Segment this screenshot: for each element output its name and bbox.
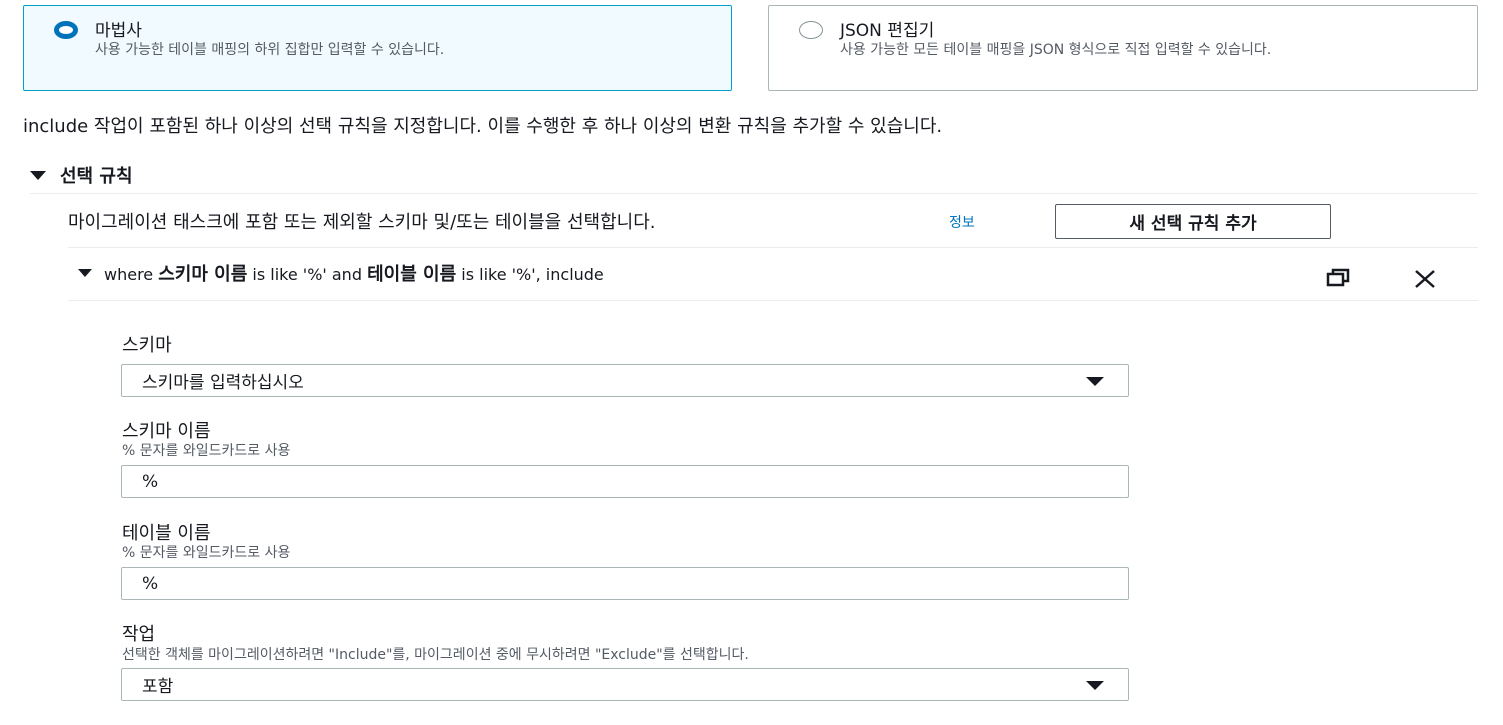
copy-icon[interactable] (1326, 268, 1352, 288)
json-editor-radio[interactable] (799, 21, 823, 39)
rule-table-term: 테이블 이름 (367, 264, 457, 285)
action-select[interactable]: 포함 (121, 668, 1129, 701)
wizard-title: 마법사 (95, 21, 142, 41)
caret-down-icon (30, 170, 46, 180)
table-name-input[interactable]: % (121, 567, 1129, 600)
selection-rules-header: 선택 규칙 (60, 166, 133, 187)
page-root: 마법사 사용 가능한 테이블 매핑의 하위 집합만 입력할 수 있습니다. JS… (0, 0, 1503, 725)
json-editor-title: JSON 편집기 (840, 21, 935, 41)
add-selection-rule-button[interactable]: 새 선택 규칙 추가 (1055, 204, 1331, 239)
action-label: 작업 (122, 624, 156, 645)
close-icon[interactable] (1413, 268, 1437, 290)
radio-selected-icon (54, 21, 78, 39)
schema-select[interactable]: 스키마를 입력하십시오 (121, 364, 1129, 397)
caret-down-icon (78, 269, 92, 277)
chevron-down-icon (1086, 681, 1104, 690)
divider (68, 300, 1478, 301)
schema-name-hint: % 문자를 와일드카드로 사용 (122, 443, 291, 459)
table-name-hint: % 문자를 와일드카드로 사용 (122, 545, 291, 561)
divider (68, 247, 1478, 248)
selection-rules-toggle[interactable]: 선택 규칙 (30, 162, 133, 188)
wizard-description: 사용 가능한 테이블 매핑의 하위 집합만 입력할 수 있습니다. (95, 42, 445, 58)
rule-like-2: is like '%', include (461, 265, 604, 284)
wizard-mode-tile[interactable]: 마법사 사용 가능한 테이블 매핑의 하위 집합만 입력할 수 있습니다. (23, 5, 732, 91)
selection-rules-description: 마이그레이션 태스크에 포함 또는 제외할 스키마 및/또는 테이블을 선택합니… (68, 212, 656, 233)
json-editor-mode-tile[interactable]: JSON 편집기 사용 가능한 모든 테이블 매핑을 JSON 형식으로 직접 … (768, 5, 1478, 91)
schema-name-input[interactable]: % (121, 465, 1129, 498)
table-name-value: % (142, 573, 159, 594)
schema-name-value: % (142, 471, 159, 492)
rule-summary-toggle[interactable]: where 스키마 이름 is like '%' and 테이블 이름 is l… (78, 260, 604, 286)
info-link[interactable]: 정보 (949, 212, 975, 232)
action-hint: 선택한 객체를 마이그레이션하려면 "Include"를, 마이그레이션 중에 … (122, 647, 749, 663)
radio-unselected-icon (799, 21, 823, 39)
rule-schema-term: 스키마 이름 (158, 264, 248, 285)
schema-select-value: 스키마를 입력하십시오 (142, 373, 304, 393)
intro-text: include 작업이 포함된 하나 이상의 선택 규칙을 지정합니다. 이를 … (23, 116, 943, 137)
action-select-value: 포함 (142, 677, 174, 697)
chevron-down-icon (1086, 377, 1104, 386)
json-editor-description: 사용 가능한 모든 테이블 매핑을 JSON 형식으로 직접 입력할 수 있습니… (840, 42, 1272, 58)
schema-label: 스키마 (122, 335, 172, 356)
rule-summary: where 스키마 이름 is like '%' and 테이블 이름 is l… (104, 260, 604, 286)
rule-like-1: is like '%' and (252, 265, 362, 284)
rule-where: where (104, 265, 154, 284)
divider (30, 193, 1478, 194)
wizard-radio[interactable] (54, 21, 78, 39)
